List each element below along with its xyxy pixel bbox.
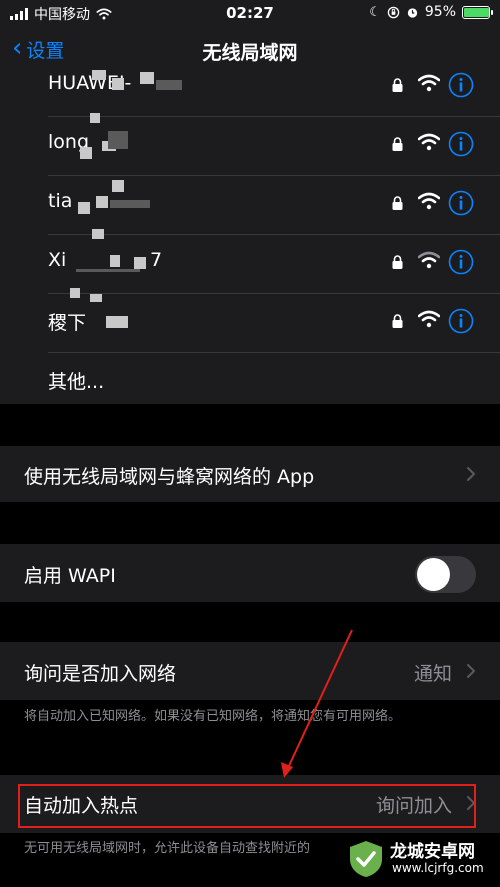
- network-name-suffix: 7: [150, 249, 163, 271]
- privacy-mask: [90, 113, 100, 123]
- wifi-icon: [418, 74, 440, 92]
- battery-percent: 95%: [424, 4, 456, 20]
- apps-wlan-cellular-row[interactable]: 使用无线局域网与蜂窝网络的 App: [0, 446, 500, 502]
- network-row[interactable]: long: [48, 113, 500, 176]
- privacy-mask: [70, 288, 80, 298]
- privacy-mask: [108, 131, 128, 149]
- network-name: tia: [48, 190, 73, 212]
- other-label: 其他...: [48, 371, 105, 393]
- chevron-right-icon: [467, 467, 475, 481]
- chevron-right-icon: [467, 796, 475, 810]
- wapi-toggle[interactable]: [415, 556, 476, 593]
- privacy-mask: [112, 180, 124, 192]
- info-icon[interactable]: [448, 190, 474, 216]
- orientation-lock-icon: [387, 6, 400, 18]
- network-name: 稷下: [48, 312, 87, 334]
- wifi-icon: [418, 310, 440, 328]
- privacy-mask: [112, 78, 124, 90]
- watermark-logo: 龙城安卓网 www.lcjrfg.com: [346, 831, 496, 887]
- auto-hotspot-label: 自动加入热点: [24, 795, 139, 817]
- network-row[interactable]: HUAWEI-: [48, 58, 500, 117]
- network-row[interactable]: tia: [48, 176, 500, 235]
- auto-hotspot-row[interactable]: 自动加入热点 询问加入: [0, 775, 500, 833]
- moon-icon: ☾: [369, 4, 381, 20]
- privacy-mask: [96, 196, 108, 208]
- battery-icon: [462, 5, 493, 19]
- chevron-right-icon: [467, 664, 475, 678]
- network-name: Xi: [48, 249, 67, 271]
- privacy-mask: [90, 294, 102, 302]
- toggle-knob: [417, 558, 450, 591]
- wifi-icon: [418, 251, 440, 269]
- network-list: HUAWEI- long tia Xi 7 稷下 其他...: [0, 70, 500, 404]
- privacy-mask: [80, 147, 92, 159]
- privacy-mask: [78, 202, 90, 214]
- lock-icon: [392, 255, 403, 269]
- wifi-icon: [418, 192, 440, 210]
- alarm-icon: [407, 7, 418, 18]
- privacy-mask: [76, 269, 140, 272]
- apps-row-label: 使用无线局域网与蜂窝网络的 App: [24, 466, 315, 488]
- info-icon[interactable]: [448, 131, 474, 157]
- lock-icon: [392, 314, 403, 328]
- info-icon[interactable]: [448, 308, 474, 334]
- privacy-mask: [156, 80, 182, 90]
- lock-icon: [392, 137, 403, 151]
- other-network-row[interactable]: 其他...: [48, 353, 500, 411]
- privacy-mask: [92, 70, 106, 80]
- privacy-mask: [110, 200, 150, 208]
- network-row[interactable]: 稷下: [48, 288, 500, 353]
- privacy-mask: [140, 72, 154, 84]
- ask-join-row[interactable]: 询问是否加入网络 通知: [0, 642, 500, 700]
- watermark-url: www.lcjrfg.com: [392, 861, 484, 875]
- privacy-mask: [106, 316, 128, 328]
- wifi-icon: [418, 133, 440, 151]
- status-bar: 中国移动 02:27 ☾ 95%: [0, 0, 500, 28]
- privacy-mask: [92, 229, 104, 239]
- info-icon[interactable]: [448, 72, 474, 98]
- privacy-mask: [110, 255, 120, 267]
- ask-join-label: 询问是否加入网络: [24, 663, 177, 685]
- lock-icon: [392, 196, 403, 210]
- auto-hotspot-value: 询问加入: [375, 795, 452, 817]
- status-right: ☾ 95%: [369, 4, 493, 20]
- info-icon[interactable]: [448, 249, 474, 275]
- network-row[interactable]: Xi 7: [48, 229, 500, 294]
- ask-join-footer: 将自动加入已知网络。如果没有已知网络，将通知您有可用网络。: [24, 709, 402, 724]
- battery-fill: [464, 7, 489, 17]
- ask-join-value: 通知: [413, 663, 452, 685]
- privacy-mask: [134, 257, 146, 269]
- watermark-text: 龙城安卓网: [390, 842, 475, 862]
- shield-logo-icon: [350, 841, 382, 877]
- wapi-row: 启用 WAPI: [0, 544, 500, 602]
- lock-icon: [392, 78, 403, 92]
- wapi-label: 启用 WAPI: [24, 565, 116, 587]
